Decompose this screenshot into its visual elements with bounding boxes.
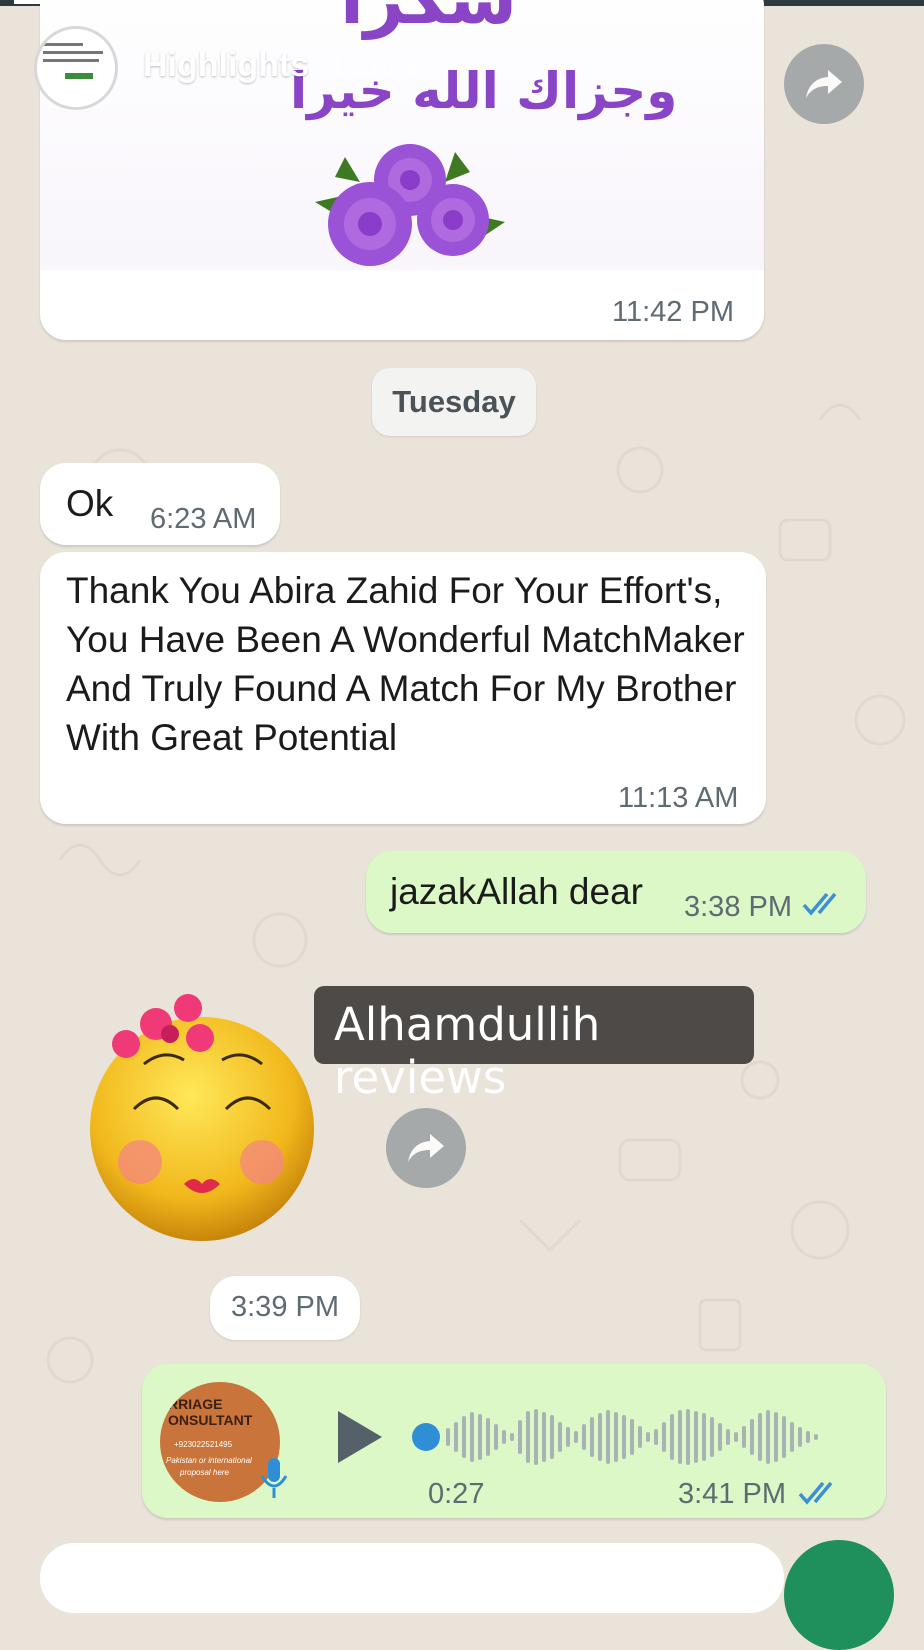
- waveform-bar: [726, 1429, 730, 1445]
- waveform-bar: [454, 1422, 458, 1452]
- incoming-message[interactable]: Ok 6:23 AM: [40, 463, 280, 545]
- waveform-bar: [486, 1418, 490, 1456]
- message-text: Ok: [66, 483, 114, 524]
- waveform-bar: [646, 1432, 650, 1442]
- waveform-bar: [798, 1427, 802, 1447]
- message-time: 3:41 PM: [678, 1478, 786, 1510]
- waveform-bar: [782, 1416, 786, 1458]
- forward-icon: [806, 70, 842, 98]
- mic-button[interactable]: [784, 1540, 894, 1650]
- waveform-bar: [758, 1413, 762, 1461]
- waveform-bar: [710, 1417, 714, 1457]
- message-text: jazakAllah dear: [390, 871, 643, 912]
- message-text: Thank You Abira Zahid For Your Effort's,…: [66, 570, 745, 758]
- waveform-bar: [814, 1434, 818, 1440]
- waveform-bar: [542, 1412, 546, 1462]
- smiley-sticker[interactable]: [84, 994, 324, 1244]
- date-separator: Tuesday: [372, 368, 536, 436]
- purple-roses-image: [315, 144, 505, 266]
- waveform-bar: [534, 1409, 538, 1465]
- forward-button[interactable]: [784, 44, 864, 124]
- double-check-icon: [798, 1481, 833, 1505]
- waveform-bar: [750, 1419, 754, 1455]
- waveform-bar: [702, 1413, 706, 1461]
- story-date: 1 June: [328, 48, 425, 84]
- waveform-bar: [502, 1430, 506, 1444]
- waveform-bar: [766, 1410, 770, 1464]
- incoming-message[interactable]: Thank You Abira Zahid For Your Effort's,…: [40, 552, 766, 824]
- waveform-bar: [686, 1409, 690, 1465]
- forward-icon: [408, 1134, 444, 1162]
- message-input[interactable]: [40, 1543, 784, 1613]
- waveform-bar: [734, 1432, 738, 1442]
- waveform-bar: [662, 1422, 666, 1452]
- waveform-bar: [806, 1431, 810, 1443]
- story-title[interactable]: Highlights: [143, 46, 309, 85]
- waveform-bar: [566, 1427, 570, 1447]
- waveform-bar: [590, 1417, 594, 1457]
- waveform-bar: [598, 1413, 602, 1461]
- voice-progress-handle[interactable]: [412, 1423, 440, 1451]
- waveform-bar: [678, 1410, 682, 1464]
- waveform-bar: [462, 1416, 466, 1458]
- waveform-bar: [606, 1410, 610, 1464]
- waveform-bar: [510, 1433, 514, 1441]
- waveform-bar: [526, 1411, 530, 1463]
- waveform-bar: [622, 1415, 626, 1459]
- message-time: 11:13 AM: [618, 782, 739, 814]
- date-separator-label: Tuesday: [392, 384, 516, 419]
- waveform-bar: [470, 1412, 474, 1462]
- double-check-icon: [802, 892, 837, 916]
- waveform-bar: [638, 1426, 642, 1448]
- waveform-bar: [614, 1412, 618, 1462]
- voice-waveform[interactable]: [446, 1405, 830, 1469]
- message-time: 3:38 PM: [684, 891, 792, 923]
- mic-icon: [260, 1458, 288, 1498]
- waveform-bar: [742, 1426, 746, 1448]
- arabic-thanks-text: شكرا: [340, 0, 517, 40]
- forward-button[interactable]: [386, 1108, 466, 1188]
- waveform-bar: [694, 1411, 698, 1463]
- outgoing-message[interactable]: jazakAllah dear 3:38 PM: [366, 851, 866, 933]
- waveform-bar: [518, 1420, 522, 1454]
- waveform-bar: [582, 1424, 586, 1450]
- waveform-bar: [446, 1428, 450, 1446]
- story-caption-text: Alhamdullih reviews: [334, 998, 601, 1104]
- play-icon[interactable]: [334, 1409, 384, 1465]
- waveform-bar: [574, 1431, 578, 1443]
- waveform-bar: [478, 1414, 482, 1460]
- waveform-bar: [550, 1415, 554, 1459]
- waveform-bar: [630, 1419, 634, 1455]
- waveform-bar: [774, 1412, 778, 1462]
- message-time: 3:39 PM: [231, 1291, 339, 1323]
- sticker-timestamp: 3:39 PM: [210, 1276, 360, 1340]
- waveform-bar: [718, 1423, 722, 1451]
- waveform-bar: [790, 1422, 794, 1452]
- greeting-image[interactable]: شكرا وجزاك الله خيرا: [40, 0, 764, 270]
- waveform-bar: [494, 1424, 498, 1450]
- message-time: 11:42 PM: [612, 296, 734, 328]
- story-avatar[interactable]: [34, 26, 118, 110]
- waveform-bar: [670, 1414, 674, 1460]
- voice-duration: 0:27: [428, 1478, 485, 1510]
- waveform-bar: [654, 1429, 658, 1445]
- story-caption: Alhamdullih reviews: [314, 986, 754, 1104]
- waveform-bar: [558, 1422, 562, 1452]
- message-time: 6:23 AM: [150, 503, 257, 535]
